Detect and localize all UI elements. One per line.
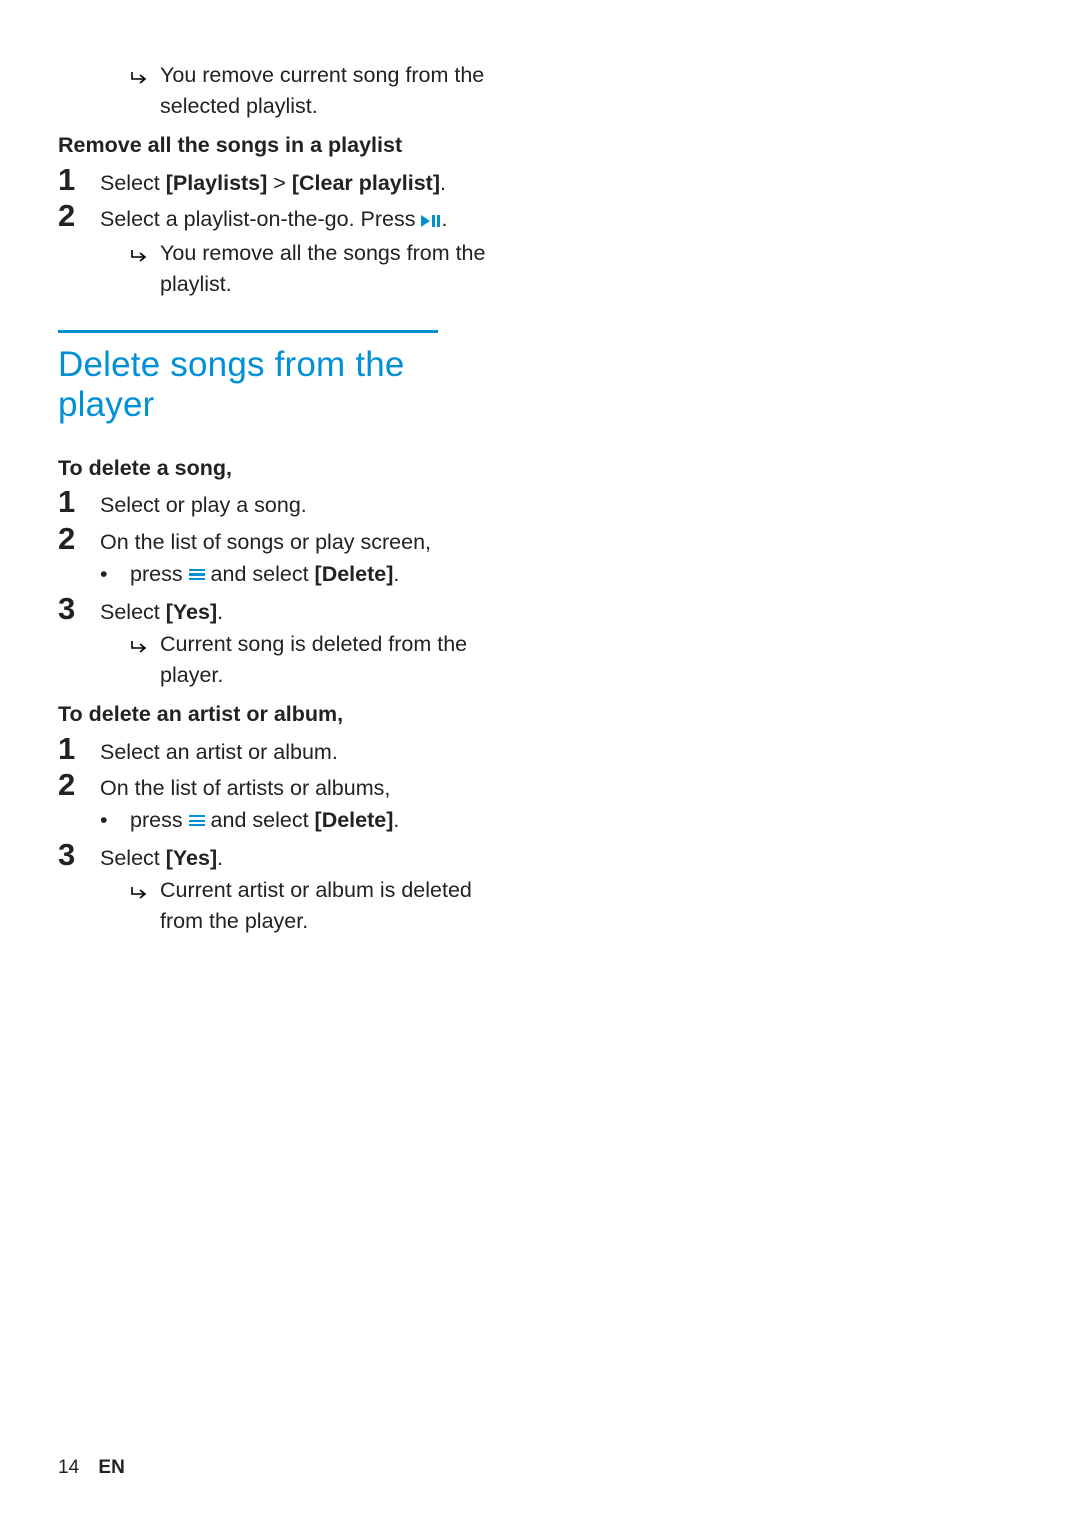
page-lang: EN: [98, 1457, 124, 1478]
bullet-body: press and select [Delete].: [130, 559, 488, 590]
result-text: You remove current song from the selecte…: [160, 60, 488, 122]
step-number: 1: [58, 164, 100, 195]
bullet-row: • press and select [Delete].: [58, 805, 488, 836]
result-text: Current song is deleted from the player.: [160, 629, 488, 691]
result-arrow-icon: [130, 875, 150, 906]
step-row: 1 Select [Playlists] > [Clear playlist].: [58, 164, 488, 199]
bullet-body: press and select [Delete].: [130, 805, 488, 836]
step-number: 1: [58, 486, 100, 517]
result-text: Current artist or album is deleted from …: [160, 875, 488, 937]
step-number: 3: [58, 593, 100, 624]
result-arrow-icon: [130, 629, 150, 660]
result-text: You remove all the songs from the playli…: [160, 238, 488, 300]
menu-icon: [189, 569, 205, 582]
step-body: Select or play a song.: [100, 486, 488, 521]
step-body: On the list of songs or play screen,: [100, 523, 488, 558]
result-line: You remove all the songs from the playli…: [58, 238, 488, 300]
step-row: 3 Select [Yes].: [58, 593, 488, 628]
step-number: 3: [58, 839, 100, 870]
step-row: 1 Select or play a song.: [58, 486, 488, 521]
result-arrow-icon: [130, 238, 150, 269]
delete-song-heading: To delete a song,: [58, 453, 488, 484]
bullet-row: • press and select [Delete].: [58, 559, 488, 590]
section-divider: [58, 330, 438, 333]
page-footer: 14 EN: [58, 1457, 125, 1479]
result-line: Current artist or album is deleted from …: [58, 875, 488, 937]
page-column: You remove current song from the selecte…: [58, 60, 488, 939]
menu-icon: [189, 815, 205, 828]
step-row: 2 Select a playlist-on-the-go. Press .: [58, 200, 488, 237]
step-body: Select a playlist-on-the-go. Press .: [100, 200, 488, 237]
result-line: Current song is deleted from the player.: [58, 629, 488, 691]
bullet-dot: •: [100, 559, 130, 590]
result-line: You remove current song from the selecte…: [58, 60, 488, 122]
step-body: Select [Yes].: [100, 593, 488, 628]
step-number: 1: [58, 733, 100, 764]
step-row: 2 On the list of songs or play screen,: [58, 523, 488, 558]
step-number: 2: [58, 523, 100, 554]
section-title: Delete songs from the player: [58, 345, 488, 425]
step-number: 2: [58, 200, 100, 231]
remove-all-heading: Remove all the songs in a playlist: [58, 130, 488, 161]
play-pause-icon: [421, 206, 441, 237]
step-row: 3 Select [Yes].: [58, 839, 488, 874]
bullet-dot: •: [100, 805, 130, 836]
step-body: On the list of artists or albums,: [100, 769, 488, 804]
delete-album-heading: To delete an artist or album,: [58, 699, 488, 730]
step-body: Select [Yes].: [100, 839, 488, 874]
step-body: Select an artist or album.: [100, 733, 488, 768]
step-number: 2: [58, 769, 100, 800]
result-arrow-icon: [130, 60, 150, 91]
step-body: Select [Playlists] > [Clear playlist].: [100, 164, 488, 199]
step-row: 1 Select an artist or album.: [58, 733, 488, 768]
page-number: 14: [58, 1457, 79, 1478]
step-row: 2 On the list of artists or albums,: [58, 769, 488, 804]
